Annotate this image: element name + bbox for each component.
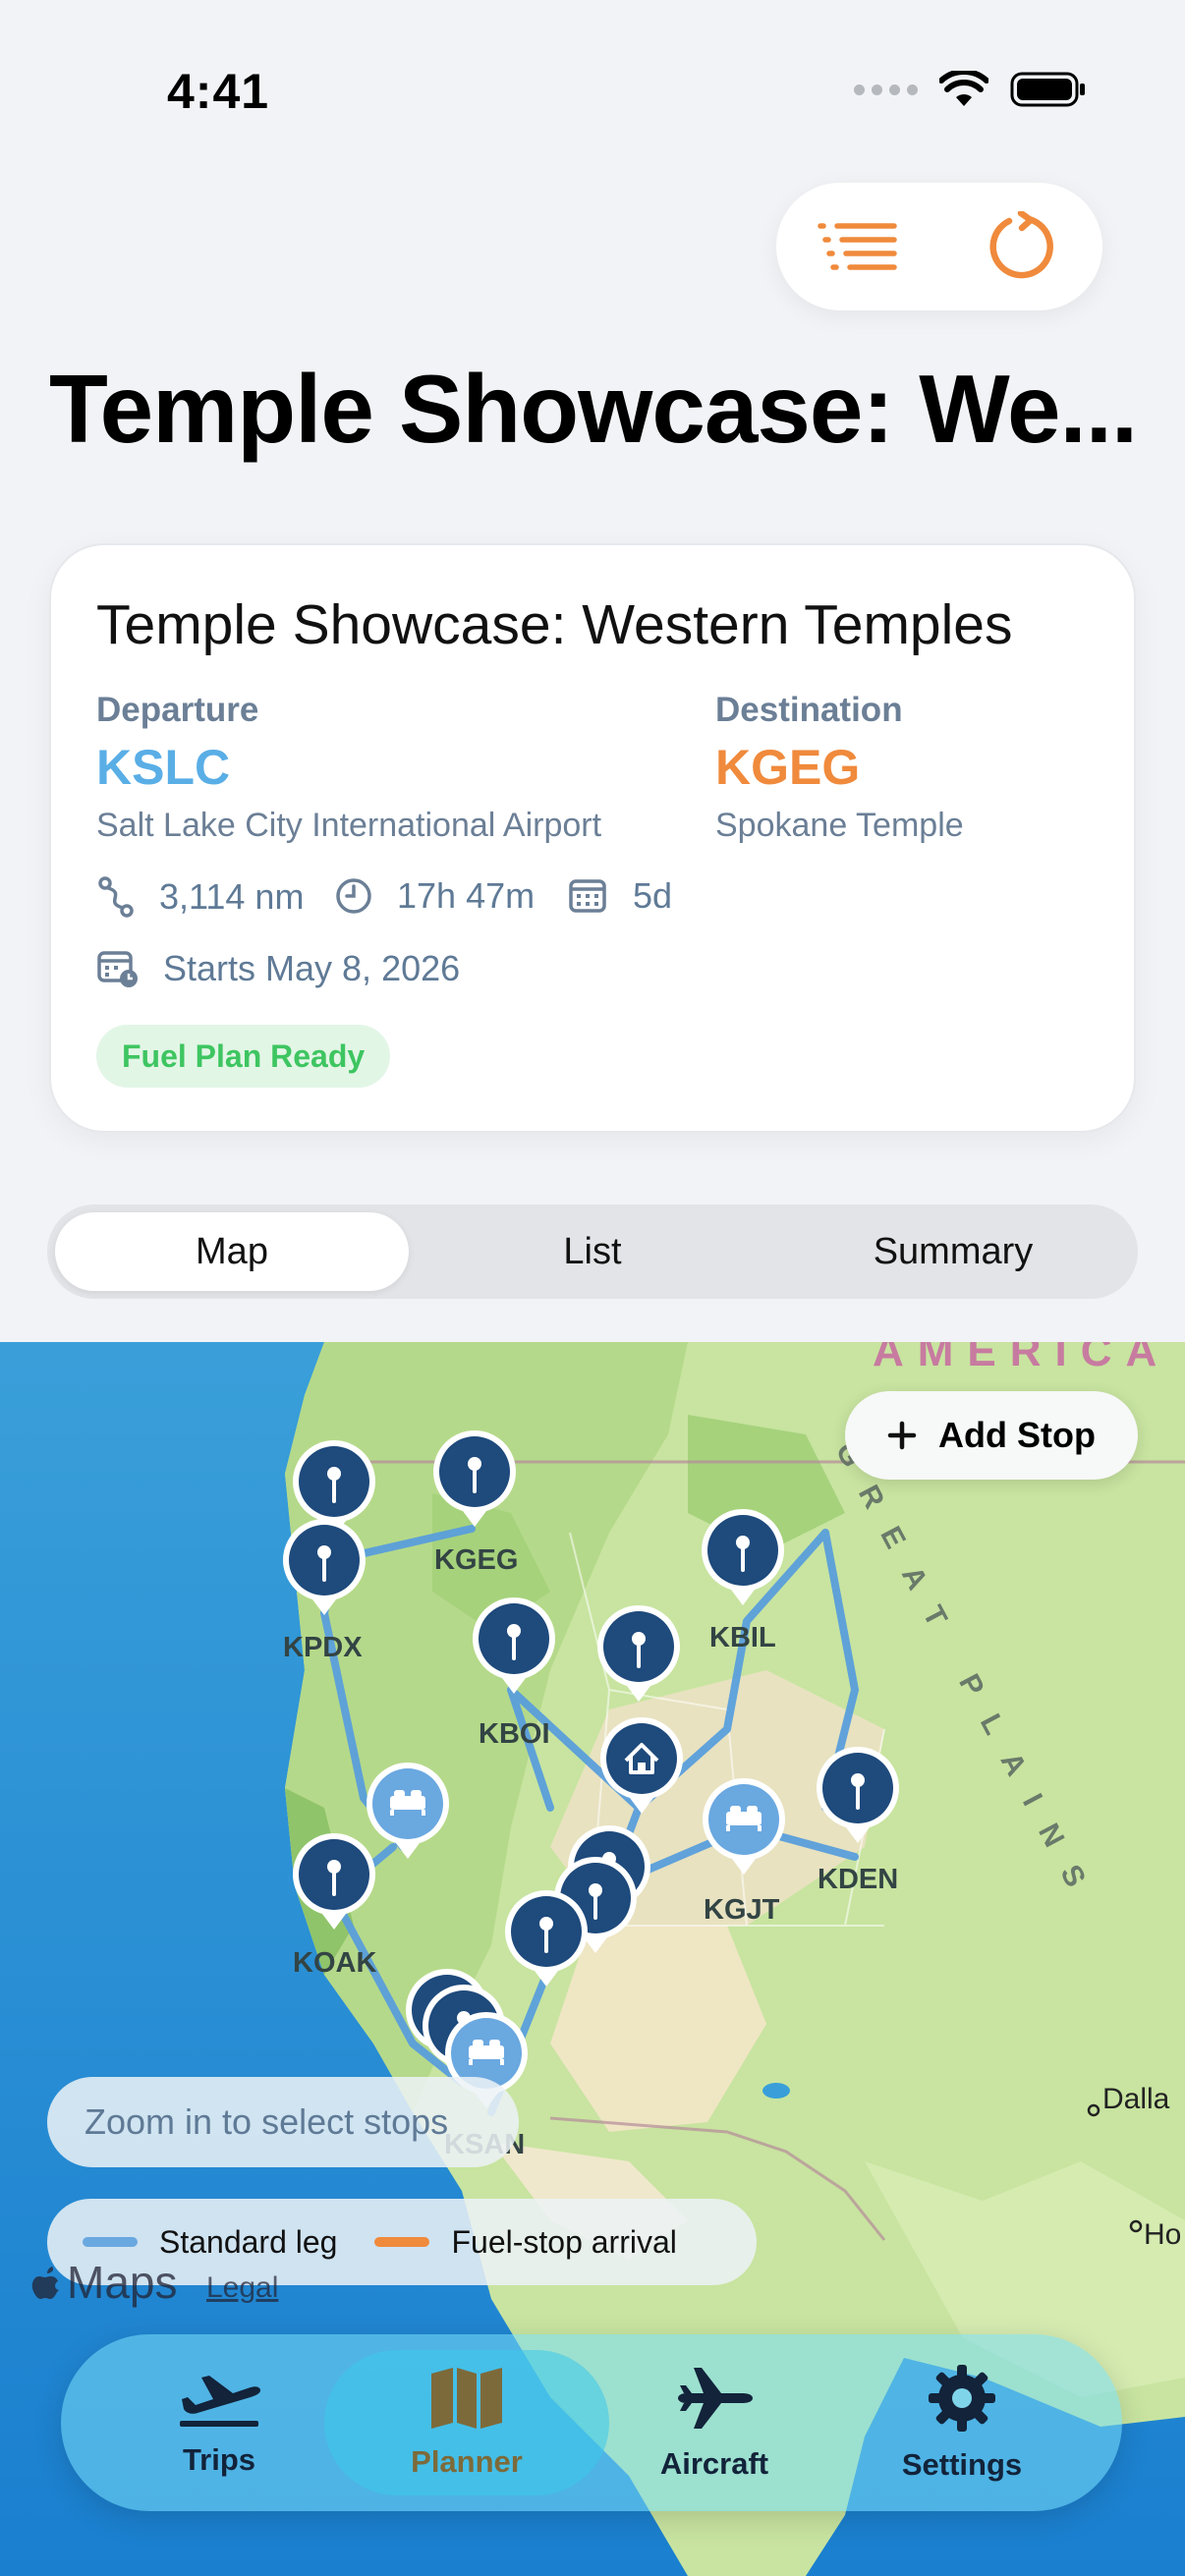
tab-planner[interactable]: Planner (344, 2334, 590, 2511)
status-time: 4:41 (167, 64, 270, 119)
maps-brand-text: Maps (67, 2257, 178, 2308)
destination-code: KGEG (715, 740, 861, 795)
top-actions (776, 183, 1102, 310)
refresh-icon (989, 211, 1053, 279)
trip-days: 5d (633, 875, 673, 916)
destination-name: Spokane Temple (715, 807, 964, 844)
map-label-kpdx: KPDX (283, 1632, 363, 1663)
map-label-kgeg: KGEG (434, 1544, 518, 1576)
apple-logo-icon (31, 2267, 59, 2299)
battery-icon (1010, 72, 1085, 107)
add-stop-button[interactable]: Add Stop (845, 1391, 1138, 1480)
tab-bar: Trips Planner Aircraft Settings (61, 2334, 1122, 2511)
tab-trips[interactable]: Trips (96, 2334, 342, 2511)
tab-aircraft[interactable]: Aircraft (592, 2334, 837, 2511)
calendar-icon (569, 879, 606, 913)
airplane-icon (678, 2368, 753, 2429)
list-icon (818, 223, 897, 270)
page-title: Temple Showcase: We... (49, 355, 1138, 463)
trip-start: Starts May 8, 2026 (163, 948, 461, 988)
legal-link[interactable]: Legal (206, 2271, 278, 2305)
airplane-departure-icon (180, 2376, 260, 2427)
maps-logo: Maps (29, 2256, 177, 2309)
start-meta: Starts May 8, 2026 (96, 948, 460, 989)
route-icon (98, 876, 134, 918)
wifi-icon (939, 71, 988, 106)
tab-planner-label: Planner (411, 2444, 523, 2479)
segment-list[interactable]: List (416, 1212, 769, 1291)
segment-map[interactable]: Map (55, 1212, 409, 1291)
status-badge: Fuel Plan Ready (96, 1025, 391, 1088)
trip-duration: 17h 47m (397, 875, 536, 916)
trip-card[interactable]: Temple Showcase: Western Temples Departu… (49, 543, 1136, 1133)
clock-icon (336, 878, 371, 914)
map-label-kboi: KBOI (479, 1718, 550, 1750)
trip-distance: 3,114 nm (159, 876, 305, 917)
tab-trips-label: Trips (182, 2442, 256, 2477)
distance-meta: 3,114 nm (96, 875, 304, 919)
map-icon (431, 2368, 502, 2429)
legend-standard: Standard leg (159, 2223, 338, 2260)
departure-code: KSLC (96, 740, 231, 795)
plus-icon (887, 1421, 917, 1450)
tab-settings[interactable]: Settings (839, 2334, 1085, 2511)
tab-aircraft-label: Aircraft (659, 2446, 769, 2481)
segment-summary[interactable]: Summary (776, 1212, 1130, 1291)
gear-icon (929, 2365, 995, 2432)
map-label-kgjt: KGJT (704, 1894, 780, 1926)
days-meta: 5d (568, 875, 672, 917)
fuel-stop-swatch (374, 2237, 430, 2247)
destination-label: Destination (715, 691, 903, 729)
trip-title: Temple Showcase: Western Temples (96, 593, 1013, 656)
view-segmented-control: Map List Summary (47, 1204, 1138, 1299)
departure-name: Salt Lake City International Airport (96, 807, 602, 844)
departure-label: Departure (96, 691, 259, 729)
legend-fuel: Fuel-stop arrival (451, 2223, 677, 2260)
refresh-button[interactable] (939, 183, 1102, 310)
map-label-america: AMERICA (873, 1342, 1170, 1375)
list-menu-button[interactable] (776, 183, 939, 310)
add-stop-label: Add Stop (938, 1415, 1096, 1455)
zoom-hint: Zoom in to select stops (47, 2077, 519, 2167)
map-label-kbil: KBIL (709, 1622, 776, 1653)
map-label-houston: Ho (1144, 2218, 1181, 2251)
duration-meta: 17h 47m (334, 875, 535, 917)
standard-leg-swatch (83, 2237, 138, 2247)
map-label-dallas: Dalla (1102, 2083, 1170, 2115)
status-bar: 4:41 (0, 0, 1185, 187)
map-label-kden: KDEN (818, 1864, 898, 1895)
cellular-signal-icon (854, 84, 918, 95)
map-label-koak: KOAK (293, 1947, 376, 1979)
tab-settings-label: Settings (901, 2447, 1023, 2482)
calendar-clock-icon (97, 951, 138, 987)
